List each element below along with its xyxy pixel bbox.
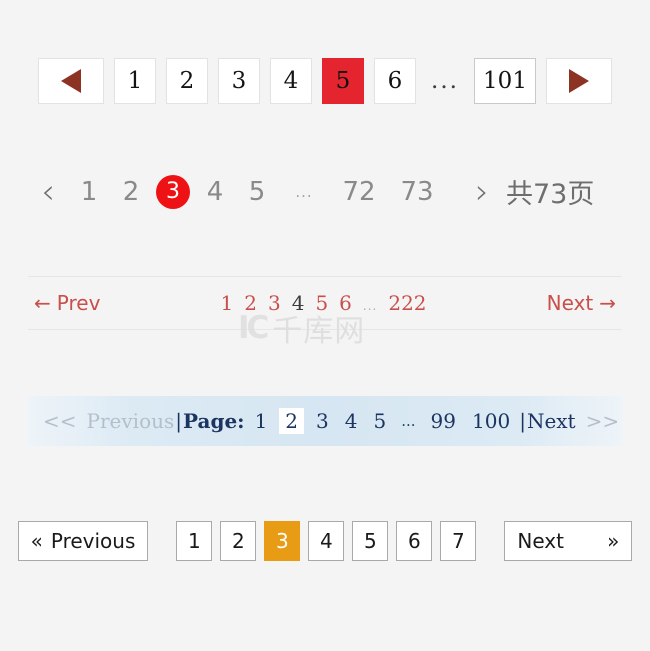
page-button-last[interactable]: 101 xyxy=(474,58,536,104)
page-link-1[interactable]: 1 xyxy=(221,291,234,315)
pagination-blue-bar: << Previous | Page: 1 2 3 4 5 ... 99 100… xyxy=(27,396,623,446)
page-button-current[interactable]: 3 xyxy=(264,521,301,561)
page-ellipsis: ... xyxy=(431,68,459,94)
page-button-3[interactable]: 3 xyxy=(218,58,260,104)
page-link-current[interactable]: 3 xyxy=(156,174,190,209)
chevron-left-icon[interactable]: ‹ xyxy=(28,175,68,209)
pagination-showcase: 1 2 3 4 5 6 ... 101 ‹ 1 2 3 4 5 ... 72 7… xyxy=(0,0,650,651)
page-link-2[interactable]: 2 xyxy=(244,291,257,315)
page-link-3[interactable]: 3 xyxy=(316,409,329,433)
page-link-3[interactable]: 3 xyxy=(268,291,281,315)
page-button-1[interactable]: 1 xyxy=(176,521,213,561)
page-link-4[interactable]: 4 xyxy=(194,177,236,207)
page-link-last[interactable]: 222 xyxy=(388,291,426,315)
prev-page-button[interactable] xyxy=(38,58,104,104)
page-link-100[interactable]: 100 xyxy=(472,409,510,433)
prev-label: Previous xyxy=(50,529,136,553)
page-button-4[interactable]: 4 xyxy=(270,58,312,104)
page-ellipsis: ... xyxy=(295,182,313,201)
pagination-boxed-orange: « Previous 1 2 3 4 5 6 7 Next » xyxy=(0,521,650,561)
next-page-button[interactable] xyxy=(546,58,612,104)
chevron-right-icon[interactable]: › xyxy=(462,175,502,209)
double-chevron-left-icon: « xyxy=(30,529,43,553)
page-label: Page: xyxy=(183,409,245,433)
page-button-6[interactable]: 6 xyxy=(374,58,416,104)
pagination-boxed-red: 1 2 3 4 5 6 ... 101 xyxy=(0,58,650,104)
next-label: Next xyxy=(546,291,594,315)
prev-label: Prev xyxy=(56,291,101,315)
page-link-1[interactable]: 1 xyxy=(68,177,110,207)
page-ellipsis: ... xyxy=(362,299,378,313)
next-chevrons-icon[interactable]: >> xyxy=(586,409,620,433)
page-link-1[interactable]: 1 xyxy=(255,409,268,433)
triangle-left-icon xyxy=(61,69,81,93)
page-number-list: 1 2 3 4 5 6 ... 222 xyxy=(100,291,546,315)
page-button-current[interactable]: 5 xyxy=(322,58,364,104)
double-chevron-right-icon: » xyxy=(607,529,620,553)
page-link-99[interactable]: 99 xyxy=(431,409,456,433)
prev-page-link[interactable]: ← Prev xyxy=(28,291,100,315)
page-link-current[interactable]: 2 xyxy=(279,408,305,434)
page-button-7[interactable]: 7 xyxy=(440,521,477,561)
next-page-link[interactable]: Next → xyxy=(547,291,622,315)
page-link-5[interactable]: 5 xyxy=(374,409,387,433)
page-button-2[interactable]: 2 xyxy=(220,521,257,561)
next-page-link[interactable]: Next xyxy=(527,409,576,433)
page-button-4[interactable]: 4 xyxy=(308,521,345,561)
prev-page-link[interactable]: Previous xyxy=(87,409,175,433)
separator-left: | xyxy=(175,409,182,433)
page-button-6[interactable]: 6 xyxy=(396,521,433,561)
next-page-button[interactable]: Next » xyxy=(504,521,633,561)
page-link-6[interactable]: 6 xyxy=(339,291,352,315)
page-link-73[interactable]: 73 xyxy=(388,177,446,207)
page-button-1[interactable]: 1 xyxy=(114,58,156,104)
arrow-left-icon: ← xyxy=(34,291,51,315)
arrow-right-icon: → xyxy=(599,291,616,315)
page-link-current[interactable]: 4 xyxy=(292,291,305,315)
pagination-flat-dot: ‹ 1 2 3 4 5 ... 72 73 › 共73页 xyxy=(0,172,650,211)
prev-chevrons-icon[interactable]: << xyxy=(43,409,77,433)
triangle-right-icon xyxy=(569,69,589,93)
page-link-5[interactable]: 5 xyxy=(236,177,278,207)
page-button-5[interactable]: 5 xyxy=(352,521,389,561)
pagination-prev-next-red: ← Prev 1 2 3 4 5 6 ... 222 Next → xyxy=(28,276,622,330)
page-link-2[interactable]: 2 xyxy=(110,177,152,207)
page-button-2[interactable]: 2 xyxy=(166,58,208,104)
page-link-72[interactable]: 72 xyxy=(330,177,388,207)
separator-right: | xyxy=(519,409,526,433)
prev-page-button[interactable]: « Previous xyxy=(17,521,149,561)
page-link-4[interactable]: 4 xyxy=(345,409,358,433)
page-ellipsis: ... xyxy=(401,412,416,430)
page-link-5[interactable]: 5 xyxy=(315,291,328,315)
page-number-group: 1 2 3 4 5 6 7 xyxy=(176,521,477,561)
next-label: Next xyxy=(517,529,564,553)
total-pages-label: 共73页 xyxy=(506,179,595,210)
